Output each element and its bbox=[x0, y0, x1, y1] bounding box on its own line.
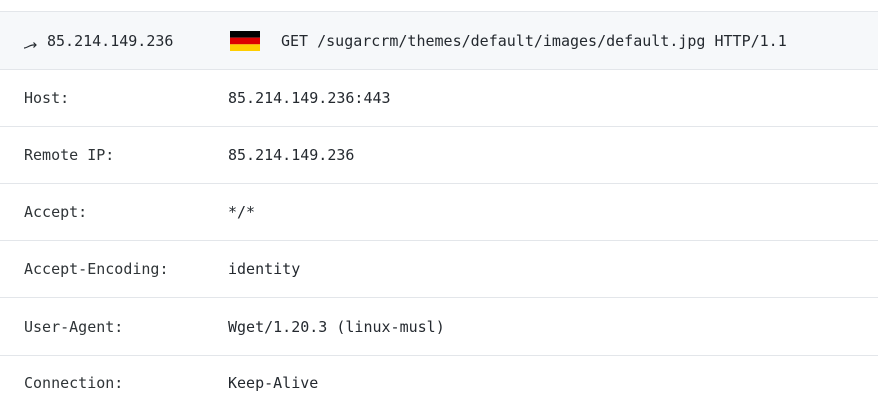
header-key: Remote IP: bbox=[24, 146, 115, 164]
header-value: Wget/1.20.3 (linux-musl) bbox=[228, 317, 445, 336]
source-address: 85.214.149.236 bbox=[23, 32, 173, 50]
header-key: Connection: bbox=[24, 374, 124, 392]
header-row-accept: Accept: */* bbox=[0, 184, 878, 241]
header-value: 85.214.149.236 bbox=[228, 146, 355, 164]
header-row-connection: Connection: Keep-Alive bbox=[0, 356, 878, 394]
source-ip: 85.214.149.236 bbox=[47, 31, 174, 50]
incoming-arrow-icon bbox=[23, 36, 38, 49]
header-row-user-agent: User-Agent: Wget/1.20.3 (linux-musl) bbox=[0, 298, 878, 356]
request-details-table: 85.214.149.236 GET /sugarcrm/themes/defa… bbox=[0, 0, 878, 394]
header-value: 85.214.149.236:443 bbox=[228, 89, 391, 107]
header-row-accept-encoding: Accept-Encoding: identity bbox=[0, 241, 878, 298]
header-row-remote-ip: Remote IP: 85.214.149.236 bbox=[0, 127, 878, 184]
header-key: User-Agent: bbox=[24, 317, 124, 336]
header-value: */* bbox=[228, 203, 256, 221]
header-key: Host: bbox=[24, 89, 70, 107]
request-summary-row: 85.214.149.236 GET /sugarcrm/themes/defa… bbox=[0, 11, 878, 70]
header-value: Keep-Alive bbox=[228, 374, 319, 392]
header-key: Accept-Encoding: bbox=[24, 260, 169, 278]
germany-flag-icon bbox=[230, 30, 260, 51]
header-row-host: Host: 85.214.149.236:443 bbox=[0, 70, 878, 127]
header-value: identity bbox=[228, 260, 301, 278]
http-request-line: GET /sugarcrm/themes/default/images/defa… bbox=[281, 31, 787, 50]
header-key: Accept: bbox=[24, 203, 88, 221]
